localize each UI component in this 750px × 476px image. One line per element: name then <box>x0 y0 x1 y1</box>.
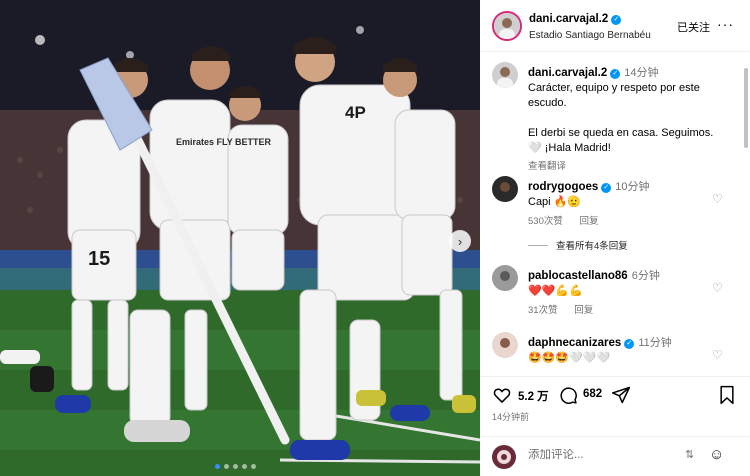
caption-text: Carácter, equipo y respeto por este escu… <box>528 82 714 154</box>
comment-likes[interactable]: 530次赞 <box>528 216 563 227</box>
celebration-image: 15 4P Emirates FLY BETTER <box>0 0 480 476</box>
carousel-dot <box>224 464 229 469</box>
post-photo[interactable]: 15 4P Emirates FLY BETTER › <box>0 0 480 476</box>
jersey-sponsor: Emirates FLY BETTER <box>176 137 272 147</box>
chevron-right-icon: › <box>457 233 463 249</box>
post-detail-panel: dani.carvajal.2 ✓ Estadio Santiago Bernab… <box>480 0 750 476</box>
comments-list[interactable]: dani.carvajal.2 ✓ 14分钟 Carácter, equipo y … <box>480 52 742 376</box>
like-count[interactable]: 5.2 万 <box>518 388 549 404</box>
scroll-thumb[interactable] <box>744 68 748 148</box>
comment-username-text[interactable]: rodrygogoes <box>528 181 598 193</box>
carousel-next-button[interactable]: › <box>449 230 471 252</box>
comment-time: 10分钟 <box>615 181 650 193</box>
comment-input[interactable] <box>528 449 678 461</box>
comment-meta: 31次赞 回复 <box>528 302 607 316</box>
jersey-number-valverde: 4P <box>345 103 366 122</box>
view-replies-link[interactable]: 查看所有4条回复 <box>528 238 628 252</box>
following-button[interactable]: 已关注 <box>677 19 710 35</box>
commenter-username: rodrygogoes ✓ 10分钟 <box>528 178 650 194</box>
sort-icon[interactable]: ⇅ <box>685 448 694 461</box>
heart-icon <box>493 388 511 403</box>
verified-icon: ✓ <box>610 69 621 79</box>
comment-meta: 530次赞 回复 <box>528 213 613 227</box>
save-button[interactable] <box>718 385 736 410</box>
verified-icon: ✓ <box>601 183 612 193</box>
comment-username-text[interactable]: daphnecanizares <box>528 337 621 349</box>
author-avatar[interactable] <box>492 11 522 41</box>
caption-avatar[interactable] <box>492 62 518 88</box>
post-actions: 5.2 万 682 14分钟前 <box>480 376 750 436</box>
comment-text: Capi 🔥🫡 <box>528 196 582 208</box>
comment-time: 6分钟 <box>631 270 660 282</box>
comment-heart-icon[interactable]: ♡ <box>712 192 723 206</box>
more-icon[interactable]: ··· <box>717 16 734 32</box>
author-username-text[interactable]: dani.carvajal.2 <box>529 13 608 25</box>
comment-item: daphnecanizares ✓ 11分钟 🤩🤩🤩🤍🤍🤍 ♡ <box>480 332 742 376</box>
verified-icon: ✓ <box>611 15 622 25</box>
comment-text: 🤩🤩🤩🤍🤍🤍 <box>528 352 611 364</box>
current-user-avatar <box>492 445 516 469</box>
comment-count: 682 <box>583 388 603 400</box>
like-button[interactable] <box>492 385 512 410</box>
comment-heart-icon[interactable]: ♡ <box>712 281 723 295</box>
commenter-avatar[interactable] <box>492 332 518 358</box>
author-username[interactable]: dani.carvajal.2 ✓ <box>529 13 622 25</box>
carousel-dot <box>215 464 220 469</box>
commenter-username: daphnecanizares ✓ 11分钟 <box>528 334 672 350</box>
reply-button[interactable]: 回复 <box>580 216 599 227</box>
reply-button[interactable]: 回复 <box>574 305 593 316</box>
post-location[interactable]: Estadio Santiago Bernabéu <box>529 30 651 41</box>
share-icon <box>611 386 631 404</box>
comment-username-text[interactable]: pablocastellano86 <box>528 270 628 282</box>
carousel-dot <box>242 464 247 469</box>
jersey-number-15: 15 <box>88 248 110 270</box>
add-comment-bar: ⇅ ☺ <box>480 436 750 476</box>
emoji-icon[interactable]: ☺ <box>709 446 724 463</box>
caption-time: 14分钟 <box>624 67 659 79</box>
carousel-dot <box>233 464 238 469</box>
caption-username: dani.carvajal.2 ✓ 14分钟 <box>528 64 659 80</box>
comment-icon <box>560 387 577 404</box>
comment-likes[interactable]: 31次赞 <box>528 305 558 316</box>
post-header: dani.carvajal.2 ✓ Estadio Santiago Bernab… <box>480 0 750 52</box>
caption-username-text[interactable]: dani.carvajal.2 <box>528 67 607 79</box>
commenter-username: pablocastellano86 6分钟 <box>528 267 660 283</box>
comment-text: ❤️❤️💪💪 <box>528 285 583 297</box>
see-translation-link[interactable]: 查看翻译 <box>528 158 566 172</box>
comment-time: 11分钟 <box>638 337 672 349</box>
share-button[interactable] <box>611 385 631 410</box>
comment-heart-icon[interactable]: ♡ <box>712 348 723 362</box>
comment-item: rodrygogoes ✓ 10分钟 Capi 🔥🫡 530次赞 回复 ♡ 查看所有… <box>480 176 742 266</box>
carousel-dot <box>251 464 256 469</box>
caption: dani.carvajal.2 ✓ 14分钟 Carácter, equipo y … <box>480 62 742 172</box>
verified-icon: ✓ <box>624 339 635 349</box>
comment-button[interactable] <box>558 385 578 410</box>
commenter-avatar[interactable] <box>492 176 518 202</box>
post-timestamp[interactable]: 14分钟前 <box>492 410 529 423</box>
comment-item: pablocastellano86 6分钟 ❤️❤️💪💪 31次赞 回复 ♡ <box>480 265 742 325</box>
commenter-avatar[interactable] <box>492 265 518 291</box>
carousel-dots <box>215 464 256 469</box>
bookmark-icon <box>720 385 734 405</box>
comments-scrollbar[interactable] <box>743 52 749 376</box>
